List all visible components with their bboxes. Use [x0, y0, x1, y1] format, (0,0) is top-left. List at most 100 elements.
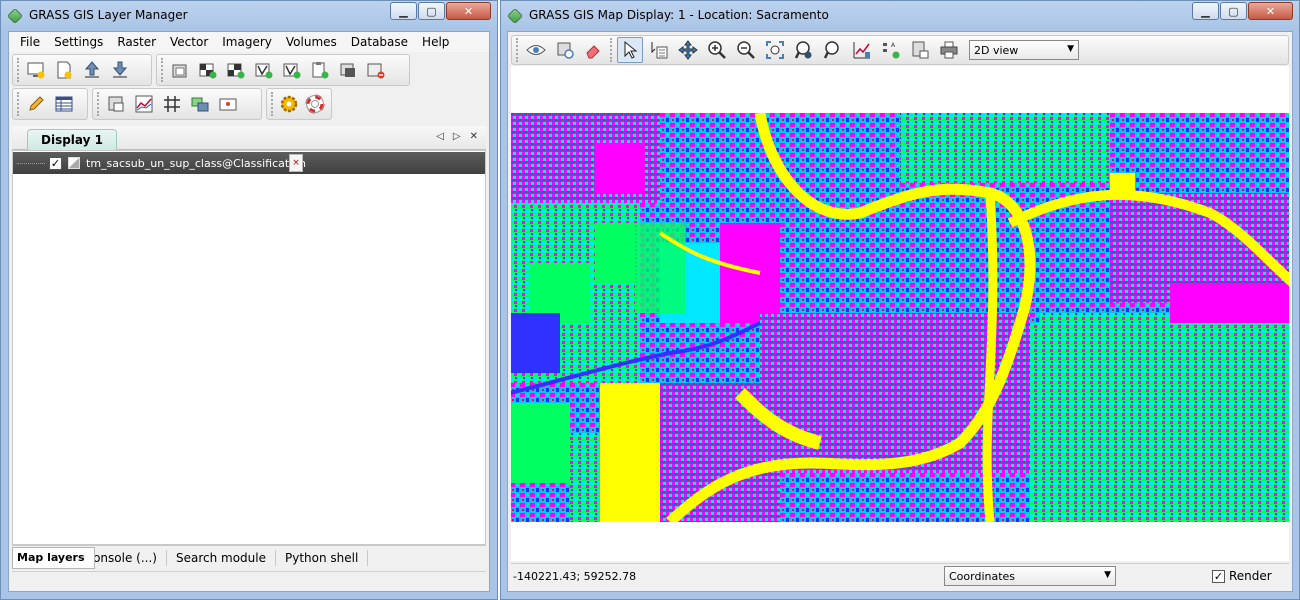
status-mode-select[interactable]: Coordinates ▼ [944, 566, 1116, 586]
minimize-button[interactable]: ▁ [390, 2, 417, 20]
layer-manager-window: GRASS GIS Layer Manager ▁ ▢ ✕ File Setti… [0, 0, 498, 600]
display-map-button[interactable] [523, 37, 549, 63]
maximize-button[interactable]: ▢ [418, 2, 445, 20]
query-button[interactable] [646, 37, 672, 63]
tab-search-module[interactable]: Search module [167, 549, 276, 566]
edit-vector-button[interactable] [23, 91, 49, 117]
window-title: GRASS GIS Layer Manager [29, 8, 188, 22]
layer-remove-icon [367, 63, 385, 79]
layer-manager-client: File Settings Raster Vector Imagery Volu… [8, 31, 490, 592]
lifebuoy-icon [305, 94, 325, 114]
zoom-in-button[interactable] [704, 37, 730, 63]
layer-manager-titlebar[interactable]: GRASS GIS Layer Manager ▁ ▢ ✕ [1, 1, 497, 31]
tab-close-icon[interactable]: ✕ [470, 131, 478, 142]
attribute-table-button[interactable] [51, 91, 77, 117]
map-display-titlebar[interactable]: GRASS GIS Map Display: 1 - Location: Sac… [501, 1, 1299, 31]
new-workspace-button[interactable] [51, 57, 77, 83]
grid-tool-button[interactable] [159, 91, 185, 117]
print-button[interactable] [936, 37, 962, 63]
view-mode-select[interactable]: 2D view ▼ [969, 40, 1079, 60]
pencil-icon [29, 96, 44, 111]
menu-raster[interactable]: Raster [110, 35, 163, 49]
add-overlay-button[interactable] [307, 57, 333, 83]
tab-right-arrow-icon[interactable]: ▷ [453, 131, 461, 142]
zoom-menu-button[interactable] [820, 37, 846, 63]
layer-delete-icon[interactable]: × [289, 154, 303, 172]
save-workspace-button[interactable] [107, 57, 133, 83]
map-statusbar: -140221.43; 59252.78 Coordinates ▼ ✓ Ren… [511, 563, 1289, 589]
tab-map-layers[interactable]: Map layers [12, 546, 95, 569]
menu-volumes[interactable]: Volumes [279, 35, 344, 49]
table-icon [55, 96, 73, 112]
menu-help[interactable]: Help [415, 35, 456, 49]
monitor-star-icon [27, 62, 45, 79]
pan-arrows-icon [678, 40, 698, 60]
grass-app-icon [507, 8, 523, 24]
settings-button[interactable] [277, 91, 301, 117]
vector-add-icon [255, 63, 273, 79]
menu-imagery[interactable]: Imagery [215, 35, 279, 49]
render-toggle[interactable]: ✓ Render [1212, 569, 1272, 583]
display-tab-bar: Display 1 ◁ ▷ ✕ [12, 126, 486, 150]
chart-lines-icon [135, 95, 153, 113]
add-multiple-layers-button[interactable] [167, 57, 193, 83]
map-icon [108, 96, 124, 112]
menu-database[interactable]: Database [344, 35, 415, 49]
layer-checkbox[interactable]: ✓ [49, 156, 62, 170]
cartographic-composer-button[interactable] [215, 91, 241, 117]
pan-button[interactable] [675, 37, 701, 63]
render-checkbox[interactable]: ✓ [1212, 569, 1225, 583]
zoom-out-button[interactable] [733, 37, 759, 63]
new-display-button[interactable] [23, 57, 49, 83]
help-button[interactable] [303, 91, 327, 117]
erase-button[interactable] [581, 37, 607, 63]
zoom-extent-button[interactable] [762, 37, 788, 63]
close-button[interactable]: ✕ [446, 2, 491, 20]
layer-tree: ✓ tm_sacsub_un_sup_class@Classification … [12, 150, 486, 545]
add-vector-misc-button[interactable] [279, 57, 305, 83]
cycle-icon [191, 97, 209, 112]
remove-layer-button[interactable] [363, 57, 389, 83]
close-button[interactable]: ✕ [1248, 2, 1293, 20]
map-refresh-icon [557, 42, 574, 59]
menu-vector[interactable]: Vector [163, 35, 215, 49]
layer-row[interactable]: ✓ tm_sacsub_un_sup_class@Classification … [13, 152, 485, 174]
georectify-button[interactable] [103, 91, 129, 117]
clipboard-add-icon [312, 62, 329, 79]
add-vector-button[interactable] [251, 57, 277, 83]
add-raster-misc-button[interactable] [223, 57, 249, 83]
load-workspace-button[interactable] [79, 57, 105, 83]
minimize-button[interactable]: ▁ [1192, 2, 1219, 20]
save-display-button[interactable] [907, 37, 933, 63]
settings-toolbar [266, 88, 332, 120]
python-shell-button[interactable] [187, 91, 213, 117]
maximize-button[interactable]: ▢ [1220, 2, 1247, 20]
pointer-button[interactable] [617, 37, 643, 63]
layers-toolbar [156, 54, 410, 86]
tab-left-arrow-icon[interactable]: ◁ [436, 131, 444, 142]
chevron-down-icon: ▼ [1067, 44, 1074, 54]
map-canvas[interactable] [511, 66, 1289, 561]
eraser-icon [586, 45, 600, 59]
coordinates-readout: -140221.43; 59252.78 [513, 570, 637, 583]
page-star-icon [219, 98, 237, 111]
analyze-button[interactable] [849, 37, 875, 63]
graphical-modeler-button[interactable] [131, 91, 157, 117]
tab-python-shell[interactable]: Python shell [276, 549, 369, 566]
cursor-icon [624, 40, 638, 59]
overlay-button[interactable]: A [878, 37, 904, 63]
menu-settings[interactable]: Settings [47, 35, 110, 49]
menu-bar: File Settings Raster Vector Imagery Volu… [9, 32, 489, 52]
status-mode-value: Coordinates [949, 569, 1016, 583]
add-group-button[interactable] [335, 57, 361, 83]
menu-file[interactable]: File [13, 35, 47, 49]
window-title: GRASS GIS Map Display: 1 - Location: Sac… [529, 8, 829, 22]
grass-app-icon [7, 8, 23, 24]
add-raster-button[interactable] [195, 57, 221, 83]
zoom-options-icon [823, 41, 839, 59]
render-map-button[interactable] [552, 37, 578, 63]
chevron-down-icon: ▼ [1104, 570, 1111, 580]
zoom-back-button[interactable] [791, 37, 817, 63]
tab-display-1[interactable]: Display 1 [27, 129, 117, 150]
gear-icon [280, 95, 298, 113]
